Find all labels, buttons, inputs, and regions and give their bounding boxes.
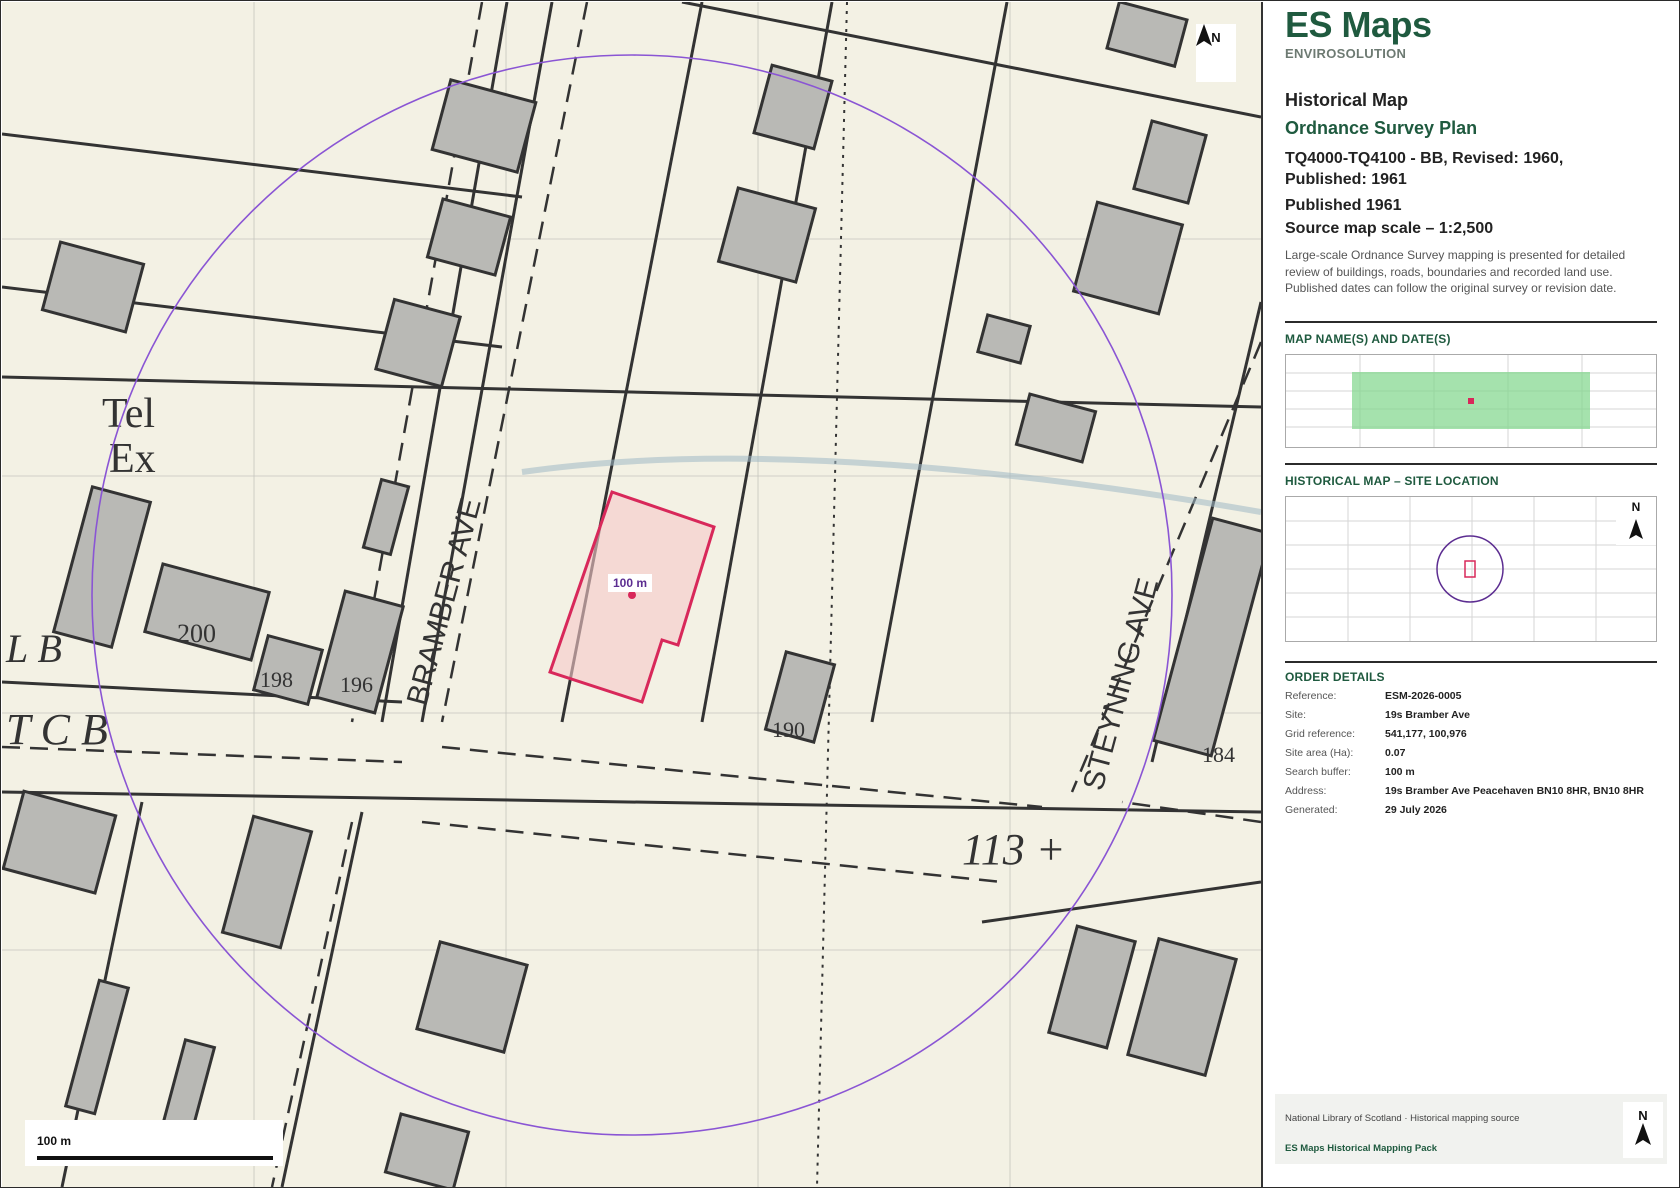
svg-text:198: 198 [260,667,293,692]
scale-bar-line [37,1156,273,1160]
detail-row: Grid reference: 541,177, 100,976 [1285,728,1467,740]
map-names-heading: MAP NAME(S) AND DATE(S) [1285,332,1451,346]
map-canvas: Tel Ex T C B L B 113 + 200 198 196 190 1… [2,2,1261,1187]
footer-pack: ES Maps Historical Mapping Pack [1285,1143,1438,1154]
svg-text:200: 200 [177,619,216,648]
svg-text:Ex: Ex [109,436,156,482]
site-marker [1468,398,1474,404]
detail-row: Search buffer: 100 m [1285,766,1415,778]
divider [1285,321,1657,323]
svg-text:113 +: 113 + [962,825,1065,874]
footer: National Library of Scotland · Historica… [1275,1094,1667,1164]
order-details-heading: ORDER DETAILS [1285,670,1385,684]
footer-source: National Library of Scotland · Historica… [1285,1113,1520,1124]
map-description: Large-scale Ordnance Survey mapping is p… [1285,248,1626,295]
detail-row: Site: 19s Bramber Ave [1285,709,1471,721]
site-location-heading: HISTORICAL MAP – SITE LOCATION [1285,474,1499,488]
map-series: Ordnance Survey Plan [1285,118,1478,138]
detail-row: Generated: 29 July 2026 [1285,804,1447,816]
north-arrow-icon [1196,24,1212,46]
map-coverage-panel [1285,354,1657,448]
published-date: Published 1961 [1285,197,1402,214]
site-location-panel: N [1285,496,1657,642]
svg-text:BRAMBER AVE: BRAMBER AVE [401,495,488,709]
historical-map-view[interactable]: Tel Ex T C B L B 113 + 200 198 196 190 1… [2,2,1263,1187]
site-centre-marker [628,591,636,599]
coverage-graphic [1286,355,1656,447]
scale-bar-label: 100 m [37,1134,72,1148]
svg-text:190: 190 [772,717,805,742]
sheet-details: TQ4000-TQ4100 - BB, Revised: 1960, Publi… [1285,150,1564,188]
source-scale: Source map scale – 1:2,500 [1285,220,1494,237]
detail-row: Reference: ESM-2026-0005 [1285,690,1462,702]
buffer-label: 100 m [608,574,653,592]
scale-bar: 100 m [25,1120,283,1166]
location-graphic: N [1286,497,1656,641]
page-frame: Tel Ex T C B L B 113 + 200 198 196 190 1… [0,0,1680,1188]
order-details-table: Reference: ESM-2026-0005 Site: 19s Bramber… [1285,690,1665,823]
divider [1285,463,1657,465]
north-arrow: N [1196,24,1236,82]
path-dotted [816,2,848,1187]
brand-title: ES Maps [1285,4,1432,45]
svg-text:196: 196 [340,672,373,697]
detail-row: Site area (Ha): 0.07 [1285,747,1406,759]
svg-text:184: 184 [1202,742,1235,767]
sidebar-panel: ES Maps ENVIROSOLUTION Historical Map Or… [1263,2,1679,1187]
section-title: Historical Map [1285,90,1409,110]
brand-subtitle: ENVIROSOLUTION [1285,46,1407,61]
mini-north-label: N [1632,500,1641,514]
svg-text:L B: L B [5,626,62,671]
divider [1285,661,1657,663]
footer-north-arrow: N [1623,1102,1663,1158]
detail-row: Address: 19s Bramber Ave Peacehaven BN10 … [1285,785,1644,797]
north-arrow-icon [1635,1123,1651,1145]
svg-text:T C B: T C B [6,705,108,754]
